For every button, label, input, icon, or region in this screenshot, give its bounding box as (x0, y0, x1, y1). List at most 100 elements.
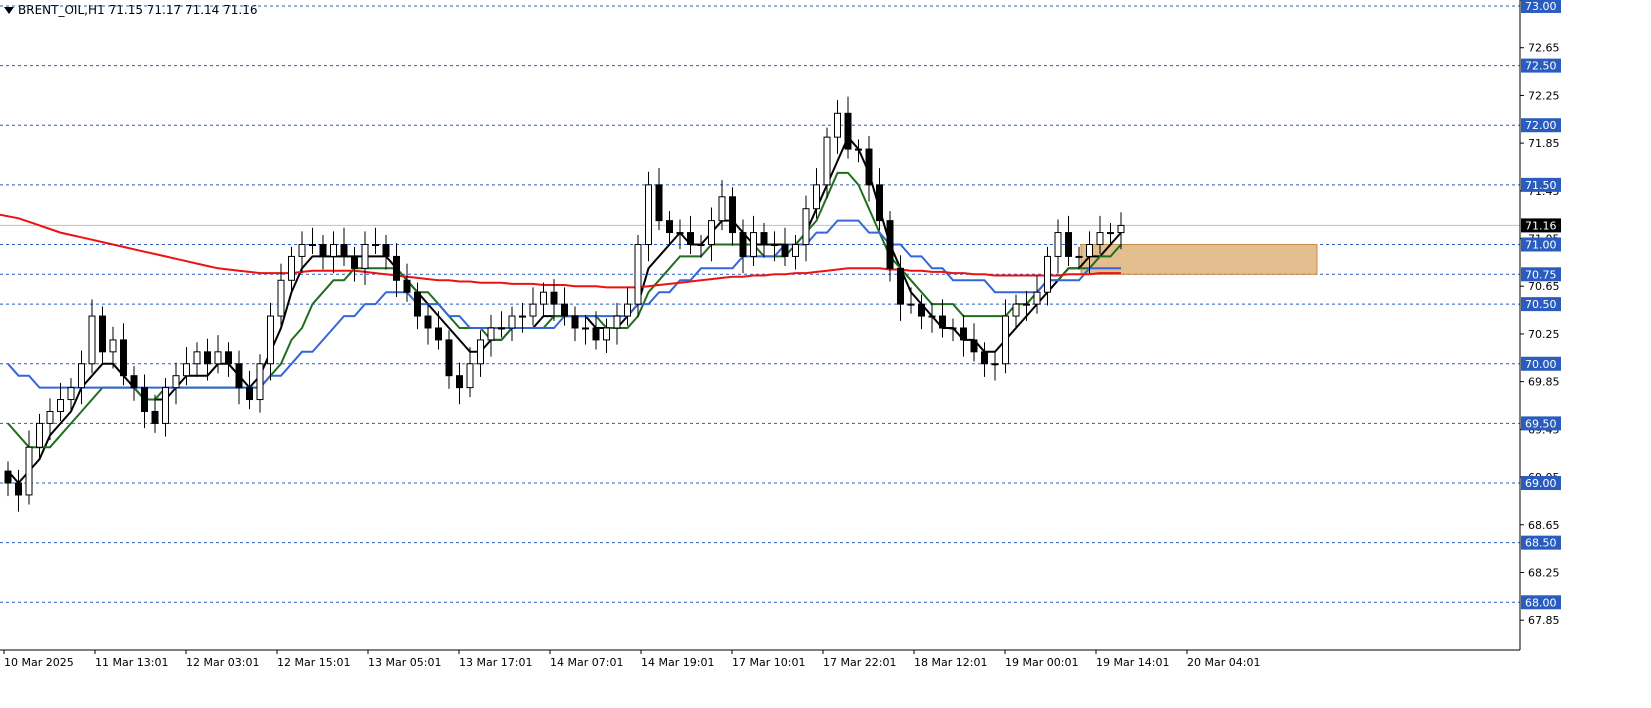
candle-body (277, 279, 285, 317)
x-tick-label: 18 Mar 12:01 (914, 656, 987, 669)
x-tick-label: 13 Mar 05:01 (368, 656, 441, 669)
candle-body (477, 339, 484, 365)
candle-body (330, 243, 337, 257)
candle (498, 311, 505, 338)
level-label-text: 71.50 (1525, 179, 1557, 192)
level-label-text: 70.75 (1525, 268, 1557, 281)
x-tick-label: 10 Mar 2025 (4, 656, 74, 669)
candle-body (172, 375, 180, 389)
candle (88, 299, 96, 374)
candle (1002, 299, 1009, 374)
candle-body (970, 339, 978, 353)
level-price-label: 73.00 (1521, 0, 1561, 13)
candle-body (151, 410, 159, 424)
candle (970, 323, 978, 362)
candle-body (1023, 303, 1030, 306)
moving-averages (0, 135, 1122, 485)
level-price-label: 69.00 (1521, 476, 1561, 491)
candle-body (351, 255, 358, 269)
level-label-text: 69.50 (1525, 417, 1557, 430)
candle (603, 318, 610, 354)
y-tick-label: 70.65 (1528, 280, 1560, 293)
level-label-text: 73.00 (1525, 0, 1557, 13)
candle (193, 342, 201, 377)
candle-body (739, 232, 747, 257)
level-price-label: 71.00 (1521, 237, 1561, 252)
candle (834, 100, 841, 154)
candle-body (487, 327, 495, 341)
current-price-label: 71.16 (1521, 218, 1561, 233)
candle (760, 223, 768, 258)
candle-body (78, 363, 85, 389)
candle-body (193, 351, 201, 365)
candle-body (256, 363, 264, 401)
candle (739, 219, 747, 274)
candle-body (130, 375, 138, 389)
candle (865, 135, 873, 202)
x-tick-label: 19 Mar 00:01 (1005, 656, 1078, 669)
candle-body (1002, 315, 1009, 365)
price-chart[interactable]: 73.0572.6572.2571.8571.4571.0570.6570.25… (0, 0, 1651, 708)
candle-body (624, 303, 631, 317)
candle (1065, 215, 1072, 266)
candle (78, 350, 85, 405)
candle-body (949, 327, 957, 330)
candle (802, 195, 810, 262)
candle-body (246, 387, 253, 401)
candle-body (25, 446, 33, 496)
candle-body (319, 243, 327, 257)
candle (246, 370, 253, 410)
candle-body (813, 184, 820, 210)
candle-body (225, 351, 232, 365)
y-tick-label: 71.85 (1528, 137, 1560, 150)
candle-body (1107, 232, 1114, 235)
candle-body (403, 279, 411, 293)
candle-body (46, 410, 54, 424)
candle-body (109, 339, 117, 353)
candle (267, 302, 274, 381)
candle (918, 294, 925, 330)
level-label-text: 72.50 (1525, 60, 1557, 73)
candle-body (141, 387, 148, 412)
candle-body (592, 327, 600, 341)
level-price-label: 70.00 (1521, 356, 1561, 371)
candle-body (1117, 224, 1125, 234)
candle (708, 207, 715, 262)
candle-body (676, 232, 684, 235)
candle-body (1033, 291, 1041, 305)
x-tick-label: 12 Mar 15:01 (277, 656, 350, 669)
candle-body (718, 196, 726, 222)
candle-body (435, 327, 442, 341)
level-label-text: 72.00 (1525, 119, 1557, 132)
y-tick-label: 70.25 (1528, 328, 1560, 341)
candle-body (991, 363, 999, 366)
candle-body (183, 363, 190, 377)
candle-body (267, 315, 274, 365)
candle-body (67, 387, 75, 401)
candle-body (960, 327, 967, 341)
candle-body (4, 470, 12, 484)
candle (361, 231, 369, 286)
candle (172, 362, 180, 405)
x-tick-label: 14 Mar 07:01 (550, 656, 623, 669)
candle (1044, 246, 1051, 306)
candle-body (214, 351, 222, 365)
candle (844, 96, 852, 159)
candle-body (88, 315, 96, 365)
candle-body (823, 136, 831, 186)
y-tick-label: 72.65 (1528, 42, 1560, 55)
level-price-label: 70.50 (1521, 297, 1561, 312)
candle (393, 243, 400, 297)
candle-body (1065, 232, 1072, 257)
candle (666, 211, 673, 246)
candle-body (57, 399, 64, 412)
level-label-text: 70.50 (1525, 298, 1557, 311)
candle (99, 306, 106, 365)
candle-body (498, 327, 505, 330)
candle (655, 168, 663, 231)
level-price-label: 68.50 (1521, 535, 1561, 550)
candle-body (99, 315, 106, 353)
candle (109, 326, 117, 369)
candle-body (865, 148, 873, 186)
candle-body (235, 363, 243, 389)
